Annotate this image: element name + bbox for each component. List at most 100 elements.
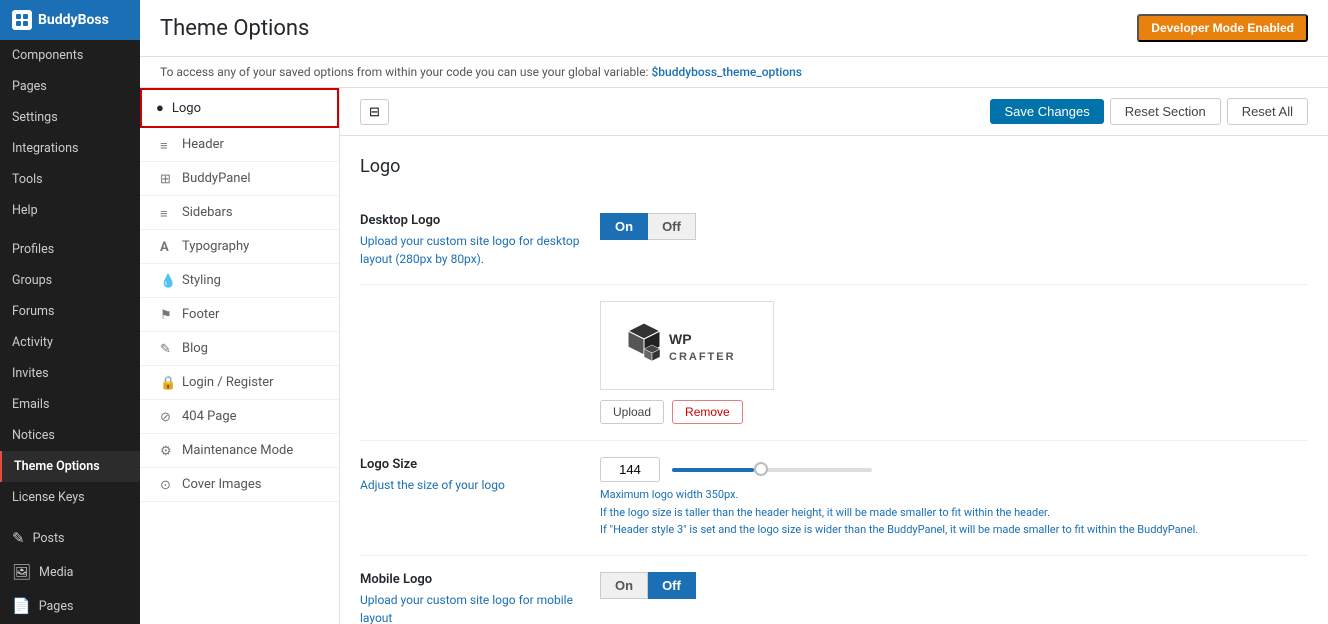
sidebar-item-emails[interactable]: Emails <box>0 389 140 420</box>
left-panel: ● Logo ≡ Header ⊞ BuddyPanel ≡ Sidebars … <box>140 88 340 624</box>
page-header: Theme Options Developer Mode Enabled <box>140 0 1328 57</box>
panel-item-styling[interactable]: 💧 Styling <box>140 264 339 298</box>
main-content: Theme Options Developer Mode Enabled To … <box>140 0 1328 624</box>
blog-icon: ✎ <box>160 342 174 356</box>
sidebar-logo[interactable]: BuddyBoss <box>0 0 140 40</box>
logo-size-row: Logo Size Adjust the size of your logo <box>360 441 1308 556</box>
panel-item-header[interactable]: ≡ Header <box>140 128 339 162</box>
logo-size-link[interactable]: logo <box>481 478 504 492</box>
logo-preview-svg: WP CRAFTER <box>617 318 757 373</box>
slider-note-3: If "Header style 3" is set and the logo … <box>600 521 1308 539</box>
desktop-logo-link[interactable]: desktop layout <box>360 234 579 266</box>
sidebar-item-license-keys[interactable]: License Keys <box>0 482 140 513</box>
buddypanel-icon: ⊞ <box>160 172 174 186</box>
logo-section-header[interactable]: ● Logo <box>140 88 339 128</box>
reset-all-button[interactable]: Reset All <box>1227 98 1308 125</box>
mobile-logo-row: Mobile Logo Upload your custom site logo… <box>360 556 1308 624</box>
panel-item-buddypanel[interactable]: ⊞ BuddyPanel <box>140 162 339 196</box>
buddyboss-logo-icon <box>12 10 32 30</box>
mobile-logo-desc: Upload your custom site logo for mobile … <box>360 591 580 624</box>
grid-view-button[interactable]: ⊟ <box>360 99 389 125</box>
sidebar-item-integrations[interactable]: Integrations <box>0 133 140 164</box>
sidebar-item-groups[interactable]: Groups <box>0 265 140 296</box>
desktop-logo-on-button[interactable]: On <box>600 213 648 240</box>
logo-size-label-col: Logo Size Adjust the size of your logo <box>360 457 580 494</box>
panel-item-blog[interactable]: ✎ Blog <box>140 332 339 366</box>
login-icon: 🔒 <box>160 376 174 390</box>
logo-section-icon: ● <box>156 100 164 116</box>
reset-section-button[interactable]: Reset Section <box>1110 98 1221 125</box>
cover-images-icon: ⊙ <box>160 478 174 492</box>
panel-item-maintenance[interactable]: ⚙ Maintenance Mode <box>140 434 339 468</box>
logo-size-input[interactable] <box>600 457 660 482</box>
dev-mode-badge[interactable]: Developer Mode Enabled <box>1137 14 1308 42</box>
sidebar-item-help[interactable]: Help <box>0 195 140 226</box>
desktop-logo-label-col: Desktop Logo Upload your custom site log… <box>360 213 580 268</box>
logo-size-control: Maximum logo width 350px. If the logo si… <box>600 457 1308 539</box>
sidebar-item-notices[interactable]: Notices <box>0 420 140 451</box>
desktop-logo-desc: Upload your custom site logo for desktop… <box>360 232 580 268</box>
mobile-logo-control: On Off <box>600 572 1308 599</box>
typography-icon: A <box>160 240 174 254</box>
slider-note-1: Maximum logo width 350px. <box>600 486 1308 504</box>
content-area: ● Logo ≡ Header ⊞ BuddyPanel ≡ Sidebars … <box>140 88 1328 624</box>
panel-item-sidebars[interactable]: ≡ Sidebars <box>140 196 339 230</box>
sidebar-item-pages[interactable]: 📄 Pages <box>0 589 140 623</box>
sidebar-item-settings[interactable]: Settings <box>0 102 140 133</box>
panel-item-404[interactable]: ⊘ 404 Page <box>140 400 339 434</box>
logo-size-input-row <box>600 457 1308 482</box>
mobile-logo-label-col: Mobile Logo Upload your custom site logo… <box>360 572 580 624</box>
panel-item-cover-images[interactable]: ⊙ Cover Images <box>140 468 339 502</box>
desktop-logo-label: Desktop Logo <box>360 213 580 228</box>
header-icon: ≡ <box>160 138 174 152</box>
save-changes-button[interactable]: Save Changes <box>990 99 1103 124</box>
panel-item-typography[interactable]: A Typography <box>140 230 339 264</box>
maintenance-icon: ⚙ <box>160 444 174 458</box>
sidebar-logo-text: BuddyBoss <box>38 12 109 28</box>
toolbar-right: Save Changes Reset Section Reset All <box>990 98 1308 125</box>
slider-thumb[interactable] <box>754 462 768 476</box>
sidebar-item-invites[interactable]: Invites <box>0 358 140 389</box>
sidebar-item-theme-options[interactable]: Theme Options <box>0 451 140 482</box>
styling-icon: 💧 <box>160 274 174 288</box>
desktop-logo-control: On Off <box>600 213 1308 240</box>
sidebar-item-profiles[interactable]: Profiles <box>0 234 140 265</box>
sidebar-item-components[interactable]: Components <box>0 40 140 71</box>
upload-button[interactable]: Upload <box>600 400 664 424</box>
content-toolbar: ⊟ Save Changes Reset Section Reset All <box>340 88 1328 136</box>
desktop-logo-toggle: On Off <box>600 213 1308 240</box>
logo-actions: Upload Remove <box>600 400 1308 424</box>
sidebar-item-media[interactable]: 🖼 Media <box>0 555 140 589</box>
sidebar-item-activity[interactable]: Activity <box>0 327 140 358</box>
mobile-logo-off-button[interactable]: Off <box>648 572 696 599</box>
info-text: To access any of your saved options from… <box>160 65 648 79</box>
svg-text:WP: WP <box>669 331 692 347</box>
sidebar-item-posts[interactable]: ✎ Posts <box>0 521 140 555</box>
remove-button[interactable]: Remove <box>672 400 743 424</box>
sidebar: BuddyBoss Components Pages Settings Inte… <box>0 0 140 624</box>
desktop-logo-row: Desktop Logo Upload your custom site log… <box>360 197 1308 285</box>
section-title: Logo <box>360 156 1308 177</box>
mobile-logo-label: Mobile Logo <box>360 572 580 587</box>
slider-note-2: If the logo size is taller than the head… <box>600 504 1308 522</box>
logo-upload-control: WP CRAFTER Upload Remove <box>600 301 1308 424</box>
sidebar-item-tools[interactable]: Tools <box>0 164 140 195</box>
panel-item-footer[interactable]: ⚑ Footer <box>140 298 339 332</box>
sidebar-item-pages[interactable]: Pages <box>0 71 140 102</box>
page-title: Theme Options <box>160 16 309 41</box>
logo-size-label: Logo Size <box>360 457 580 472</box>
panel-item-login-register[interactable]: 🔒 Login / Register <box>140 366 339 400</box>
posts-icon: ✎ <box>12 529 25 547</box>
slider-fill <box>672 468 754 472</box>
right-panel: ⊟ Save Changes Reset Section Reset All L… <box>340 88 1328 624</box>
info-bar: To access any of your saved options from… <box>140 57 1328 88</box>
desktop-logo-off-button[interactable]: Off <box>648 213 696 240</box>
sidebars-icon: ≡ <box>160 206 174 220</box>
404-icon: ⊘ <box>160 410 174 424</box>
pages-icon: 📄 <box>12 597 31 615</box>
mobile-logo-toggle: On Off <box>600 572 1308 599</box>
logo-preview-box: WP CRAFTER <box>600 301 774 390</box>
mobile-logo-on-button[interactable]: On <box>600 572 648 599</box>
footer-icon: ⚑ <box>160 308 174 322</box>
sidebar-item-forums[interactable]: Forums <box>0 296 140 327</box>
